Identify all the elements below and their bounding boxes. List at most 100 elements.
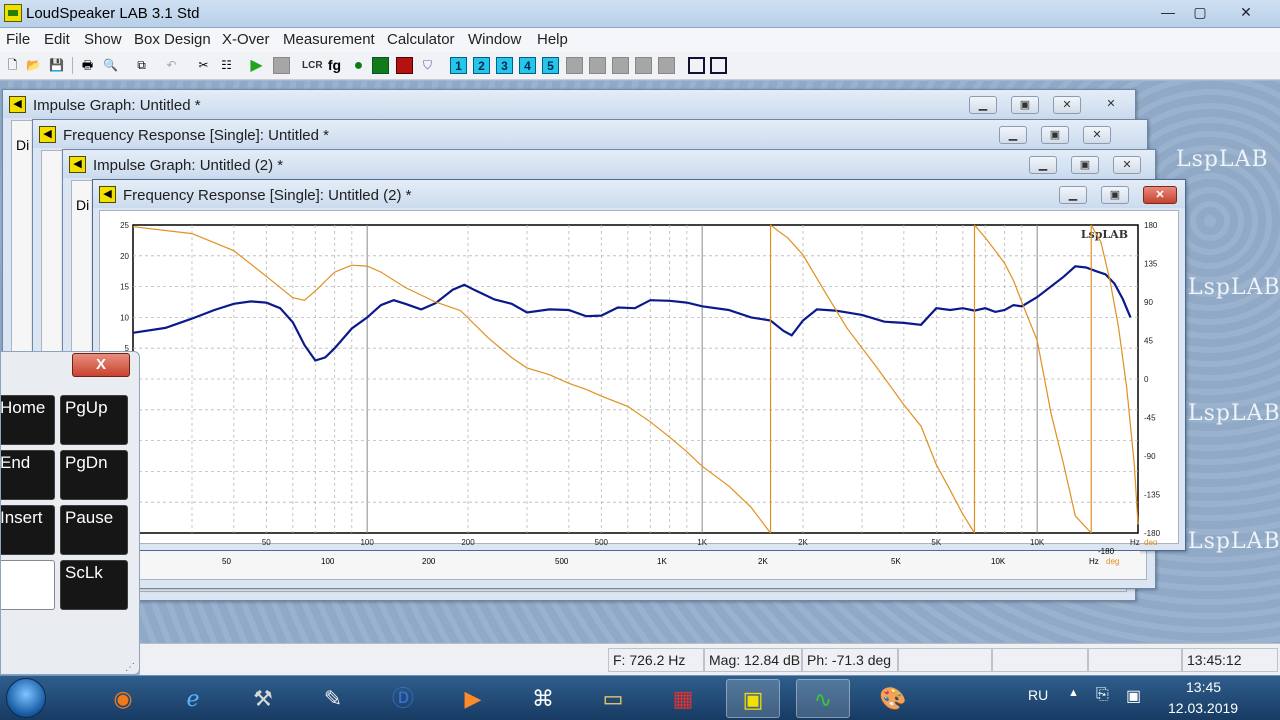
undo-icon[interactable]: ↶ <box>163 57 180 74</box>
slot-button[interactable] <box>635 57 652 74</box>
slot-button[interactable] <box>566 57 583 74</box>
view-4-button[interactable]: 4 <box>519 57 536 74</box>
lcr-icon[interactable]: LCR <box>302 57 323 74</box>
language-indicator[interactable]: RU <box>1028 687 1048 703</box>
mixer-icon[interactable]: ☷ <box>218 57 235 74</box>
close-button[interactable]: ✕ <box>1053 96 1081 114</box>
new-icon[interactable]: 🗋 <box>4 57 21 74</box>
key-blank[interactable] <box>1 560 55 610</box>
x-tick-label: 1K <box>697 538 707 545</box>
stop-icon[interactable] <box>273 57 290 74</box>
slot-button[interactable] <box>612 57 629 74</box>
tools-icon[interactable]: ✂ <box>195 57 212 74</box>
network-icon[interactable]: ▣ <box>1126 686 1141 706</box>
show-hidden-icons-icon[interactable]: ▲ <box>1068 687 1079 699</box>
minimize-button[interactable]: ▁ <box>1029 156 1057 174</box>
frequency-response-2-window[interactable]: ◀ Frequency Response [Single]: Untitled … <box>92 179 1186 551</box>
tile-vertical-icon[interactable] <box>710 57 727 74</box>
restore-button[interactable]: ▣ <box>1011 96 1039 114</box>
view-3-button[interactable]: 3 <box>496 57 513 74</box>
lsplab-icon[interactable]: ▣ <box>726 679 780 718</box>
close-button[interactable]: ✕ <box>1113 156 1141 174</box>
view-5-button[interactable]: 5 <box>542 57 559 74</box>
y2-axis-unit: deg <box>1144 538 1157 545</box>
window-title-bar[interactable]: ◀ Frequency Response [Single]: Untitled … <box>93 180 1185 208</box>
slot-button[interactable] <box>589 57 606 74</box>
paint-icon[interactable]: 🎨 <box>866 679 920 718</box>
start-button[interactable] <box>6 678 46 718</box>
clock-time[interactable]: 13:45 <box>1186 679 1221 695</box>
x-tick-label: 50 <box>262 538 271 545</box>
key-home[interactable]: Home <box>1 395 55 445</box>
window-title-bar[interactable]: ◀ Frequency Response [Single]: Untitled … <box>33 120 1147 148</box>
fg-icon[interactable]: fg <box>326 57 343 74</box>
tile-horizontal-icon[interactable] <box>688 57 705 74</box>
close-button[interactable]: ✕ <box>1143 186 1177 204</box>
menu-calculator[interactable]: Calculator <box>387 31 455 48</box>
menu-box-design[interactable]: Box Design <box>134 31 211 48</box>
restore-button[interactable]: ▣ <box>1071 156 1099 174</box>
close-button[interactable]: ✕ <box>1224 2 1268 22</box>
key-pause[interactable]: Pause <box>60 505 128 555</box>
pen-icon[interactable]: ✎ <box>306 679 360 718</box>
minimize-button[interactable]: ▁ <box>999 126 1027 144</box>
view-1-button[interactable]: 1 <box>450 57 467 74</box>
print-icon[interactable]: 🖶 <box>79 57 96 74</box>
green-dot-icon[interactable]: ● <box>350 57 367 74</box>
play-icon[interactable]: ▶ <box>248 57 265 74</box>
scope-icon[interactable]: ∿ <box>796 679 850 718</box>
menu-x-over[interactable]: X-Over <box>222 31 270 48</box>
menu-file[interactable]: File <box>6 31 30 48</box>
preview-icon[interactable]: 🔍 <box>102 57 119 74</box>
window-title-bar[interactable]: ◀ Impulse Graph: Untitled (2) * ▁ ▣ ✕ <box>63 150 1155 178</box>
floppy-icon[interactable]: ▦ <box>656 679 710 718</box>
graph-panel[interactable]: 50 100 200 500 1K 2K 5K 10K Hz deg 25 20 15 10 5 180 135… <box>99 210 1180 545</box>
frequency-response-chart[interactable]: 50 100 200 500 1K 2K 5K 10K Hz deg252015105180135… <box>100 211 1180 545</box>
keyboard-close-button[interactable]: X <box>72 353 130 377</box>
device-icon[interactable]: ⎘ <box>1096 686 1109 704</box>
green-box-icon[interactable] <box>372 57 389 74</box>
play-icon[interactable]: ▶ <box>446 679 500 718</box>
tools-icon[interactable]: ⚒ <box>236 679 290 718</box>
on-screen-keyboard[interactable]: X Home PgUp End PgDn Insert Pause ScLk ⋰ <box>0 351 140 675</box>
firefox-icon[interactable]: ◉ <box>96 679 150 718</box>
d-icon[interactable]: Ⓓ <box>376 679 430 718</box>
x-tick-label: 200 <box>461 538 475 545</box>
background-axis-strip: 50 100 200 500 1K 2K 5K 10K Hz deg -180 <box>140 547 1140 573</box>
slot-button[interactable] <box>658 57 675 74</box>
menu-help[interactable]: Help <box>537 31 568 48</box>
menu-show[interactable]: Show <box>84 31 122 48</box>
minimize-button[interactable]: ▁ <box>969 96 997 114</box>
menu-measurement[interactable]: Measurement <box>283 31 375 48</box>
key-pgdn[interactable]: PgDn <box>60 450 128 500</box>
status-frequency: F: 726.2 Hz <box>608 648 704 672</box>
key-sclk[interactable]: ScLk <box>60 560 128 610</box>
resize-grip-icon[interactable]: ⋰ <box>125 662 135 673</box>
fox-icon[interactable]: ⌘ <box>516 679 570 718</box>
badge-icon[interactable]: ⛉ <box>419 57 436 74</box>
key-end[interactable]: End <box>1 450 55 500</box>
clock-date[interactable]: 12.03.2019 <box>1168 700 1238 716</box>
window-title-bar[interactable]: ◀ Impulse Graph: Untitled * ▁ ▣ ✕ ✕ <box>3 90 1135 118</box>
save-icon[interactable]: 💾 <box>48 57 65 74</box>
minimize-button[interactable]: ▁ <box>1059 186 1087 204</box>
open-icon[interactable]: 📂 <box>25 57 42 74</box>
menu-window[interactable]: Window <box>468 31 521 48</box>
view-2-button[interactable]: 2 <box>473 57 490 74</box>
key-pgup[interactable]: PgUp <box>60 395 128 445</box>
restore-button[interactable]: ▣ <box>1041 126 1069 144</box>
restore-button[interactable]: ▣ <box>1101 186 1129 204</box>
x-tick-label: 2K <box>798 538 808 545</box>
y-tick-label: 10 <box>120 313 129 322</box>
copy-icon[interactable]: ⧉ <box>133 57 150 74</box>
app-logo-icon <box>4 4 22 22</box>
restore-button[interactable]: ▢ <box>1178 2 1222 22</box>
close-button[interactable]: ✕ <box>1083 126 1111 144</box>
ie-icon[interactable]: ℯ <box>166 679 220 718</box>
close-button[interactable]: ✕ <box>1097 96 1125 114</box>
menu-edit[interactable]: Edit <box>44 31 70 48</box>
red-box-icon[interactable] <box>396 57 413 74</box>
chart-logo: LspLAB <box>1081 228 1128 241</box>
key-insert[interactable]: Insert <box>1 505 55 555</box>
folder-icon[interactable]: ▭ <box>586 679 640 718</box>
